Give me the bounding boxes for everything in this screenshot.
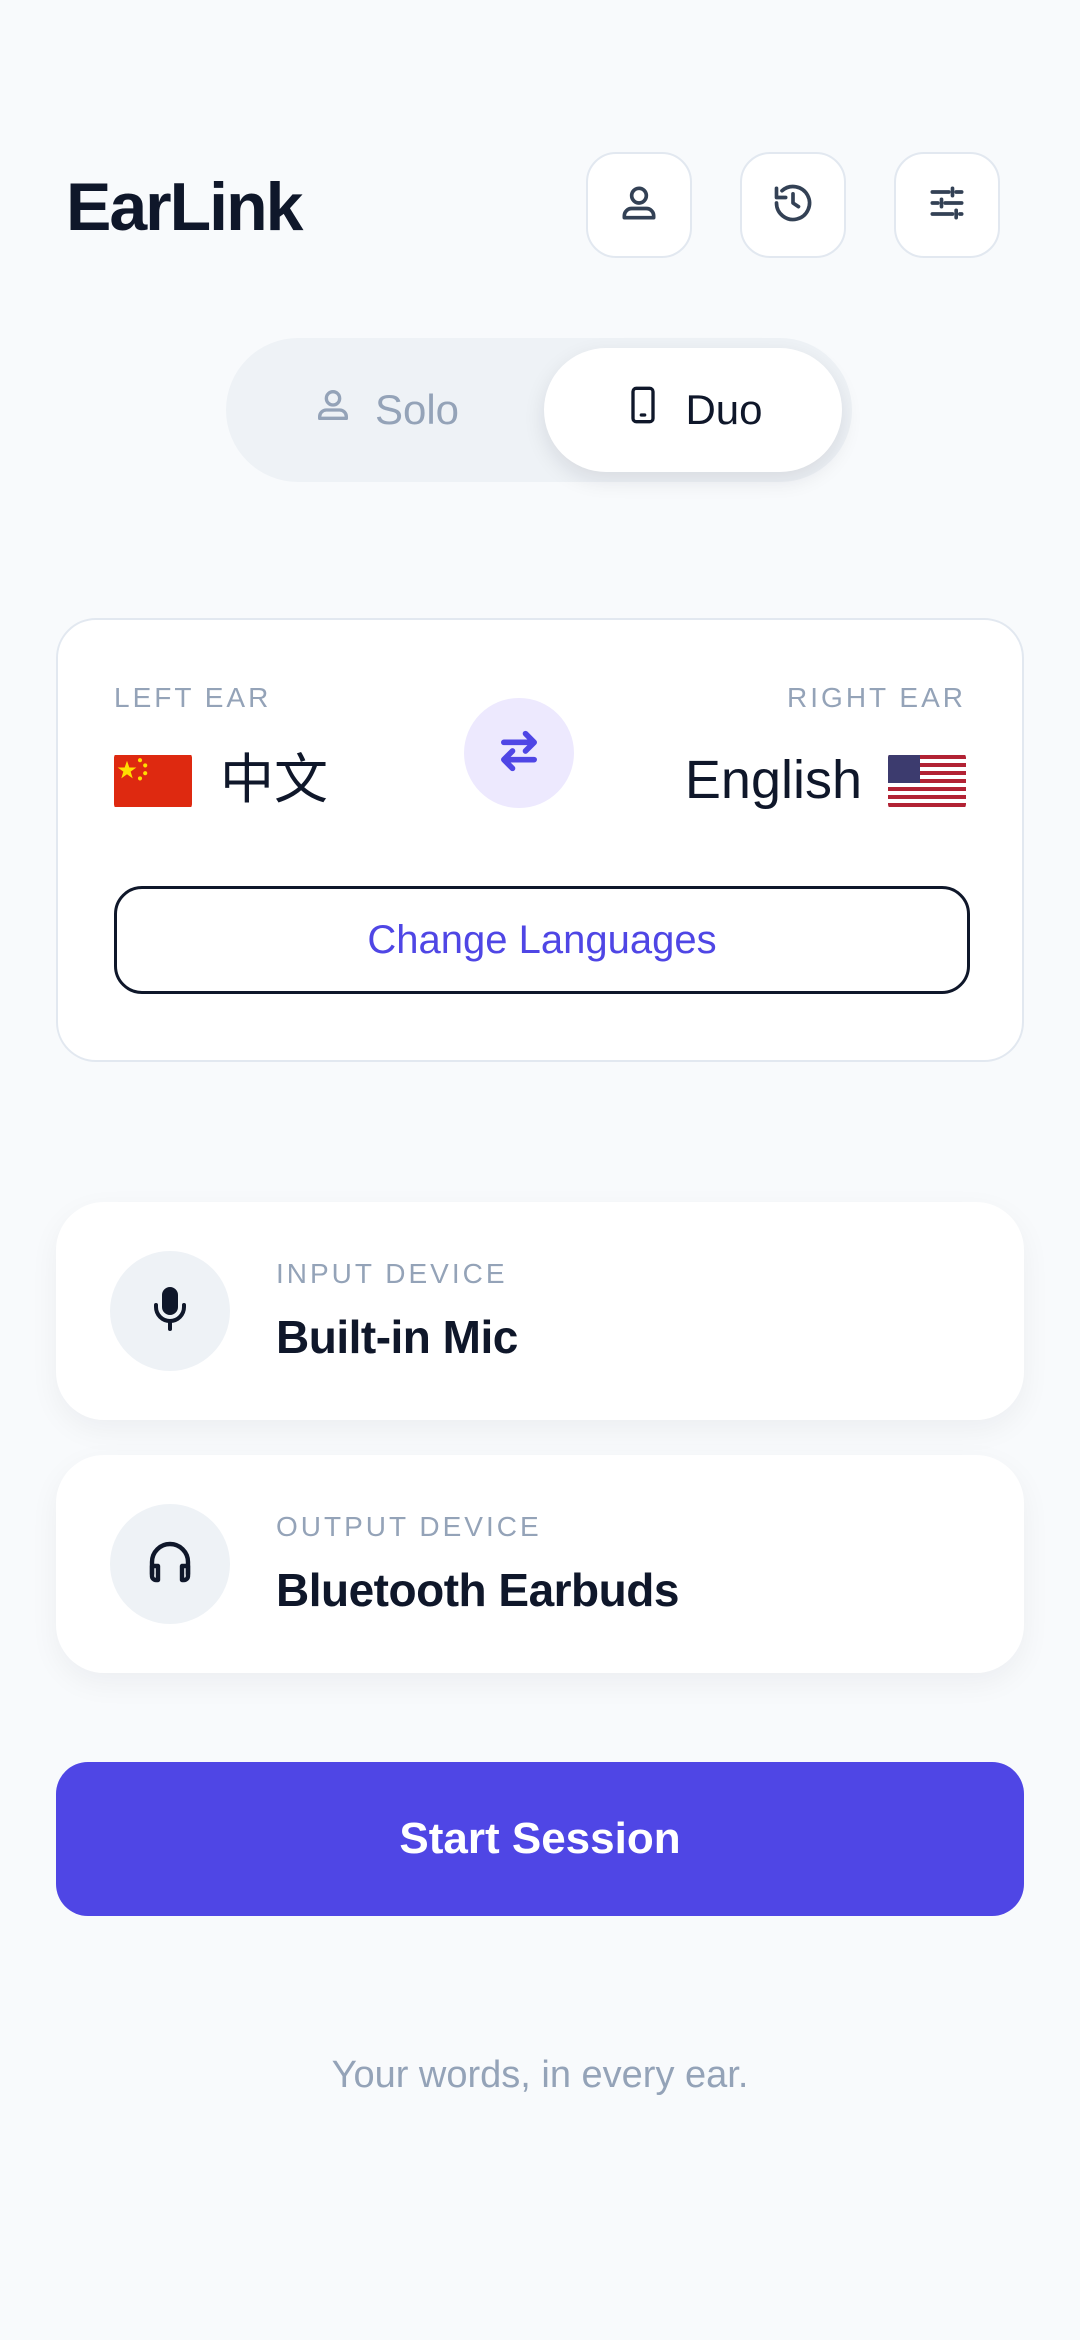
change-languages-button[interactable]: Change Languages [114, 886, 970, 994]
output-device-value: Bluetooth Earbuds [276, 1564, 679, 1616]
tagline: Your words, in every ear. [331, 2054, 749, 2096]
right-language: English [684, 750, 862, 810]
input-device-card[interactable]: INPUT DEVICE Built-in Mic [56, 1202, 1024, 1420]
settings-button[interactable] [894, 152, 1000, 258]
mode-solo-option[interactable]: Solo [236, 348, 536, 472]
input-device-value: Built-in Mic [276, 1311, 518, 1363]
output-device-card[interactable]: OUTPUT DEVICE Bluetooth Earbuds [56, 1455, 1024, 1673]
swap-arrows-icon [493, 725, 545, 782]
mode-duo-label: Duo [685, 386, 763, 433]
sliders-icon [925, 181, 969, 230]
left-language: 中文 [220, 750, 328, 810]
start-session-button[interactable]: Start Session [56, 1762, 1024, 1916]
china-flag-icon [114, 752, 192, 810]
profile-button[interactable] [586, 152, 692, 258]
output-device-icon-circle [110, 1504, 230, 1624]
history-button[interactable] [740, 152, 846, 258]
app-title: EarLink [66, 169, 303, 245]
usa-flag-icon [888, 752, 966, 810]
input-device-label: INPUT DEVICE [276, 1258, 508, 1289]
input-device-icon-circle [110, 1251, 230, 1371]
mode-toggle: Solo Duo [226, 338, 852, 482]
mode-solo-label: Solo [374, 386, 460, 433]
microphone-icon [146, 1285, 194, 1338]
left-ear-label: LEFT EAR [114, 682, 272, 713]
phone-icon [623, 385, 663, 435]
user-icon [313, 385, 353, 435]
mode-duo-option[interactable]: Duo [544, 348, 842, 472]
headphones-icon [146, 1538, 194, 1591]
user-icon [617, 181, 661, 230]
right-ear-label: RIGHT EAR [787, 682, 966, 713]
history-icon [771, 181, 815, 230]
output-device-label: OUTPUT DEVICE [276, 1511, 542, 1542]
language-card: LEFT EAR RIGHT EAR 中文 English Change Lan… [56, 618, 1024, 1062]
swap-languages-button[interactable] [464, 698, 574, 808]
